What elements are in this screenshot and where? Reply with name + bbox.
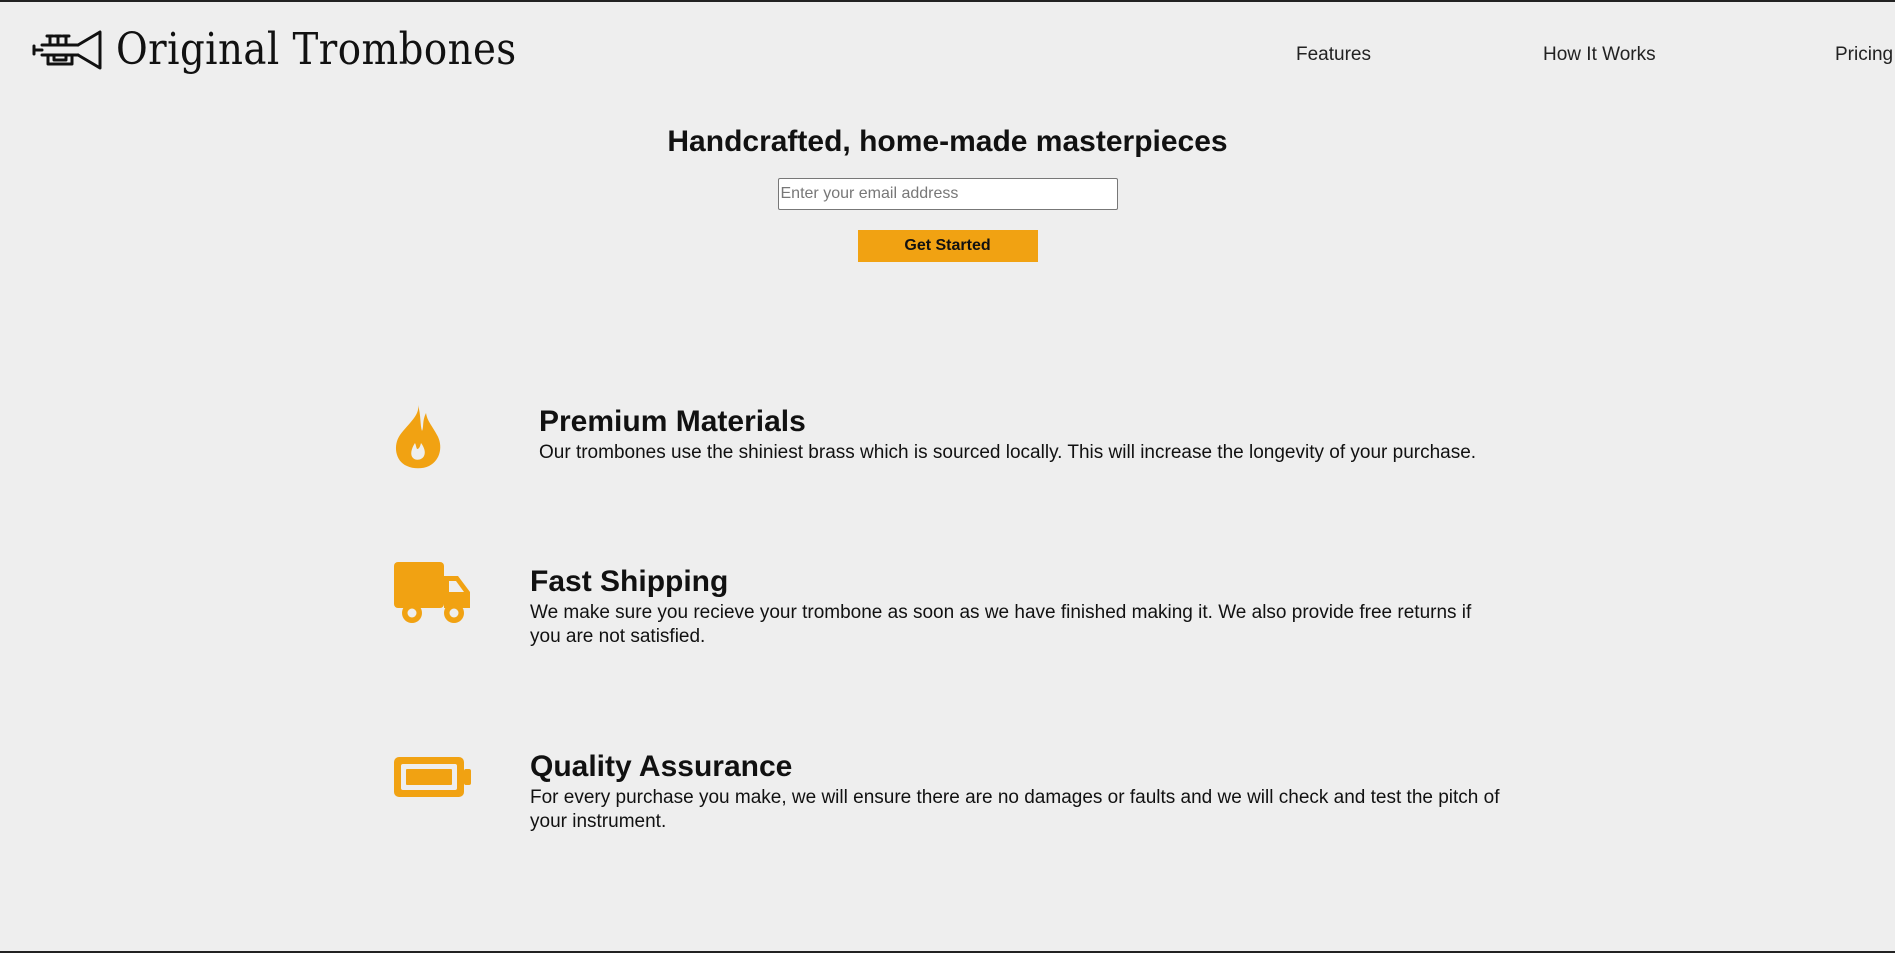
fire-icon [395, 405, 441, 469]
get-started-button[interactable]: Get Started [857, 230, 1038, 262]
nav-link-pricing[interactable]: Pricing [1835, 44, 1893, 66]
feature-fast-shipping: Fast Shipping We make sure you recieve y… [0, 557, 1895, 667]
hero-title: Handcrafted, home-made masterpieces [667, 125, 1228, 158]
trumpet-icon [32, 30, 102, 70]
feature-text: Premium Materials Our trombones use the … [539, 405, 1509, 465]
hero-section: Handcrafted, home-made masterpieces Get … [0, 122, 1895, 262]
feature-quality-assurance: Quality Assurance For every purchase you… [0, 742, 1895, 852]
email-input[interactable] [777, 178, 1118, 210]
nav-link-how-it-works[interactable]: How It Works [1543, 44, 1656, 66]
brand-name: Original Trombones [116, 24, 517, 75]
feature-description: We make sure you recieve your trombone a… [530, 602, 1472, 647]
logo[interactable]: Original Trombones [32, 28, 571, 72]
feature-description: Our trombones use the shiniest brass whi… [539, 442, 1477, 463]
feature-title: Fast Shipping [530, 565, 729, 598]
feature-text: Quality Assurance For every purchase you… [530, 750, 1500, 834]
site-header: Original Trombones Features How It Works… [0, 2, 1895, 102]
truck-icon [394, 562, 470, 623]
feature-title: Quality Assurance [530, 750, 793, 783]
battery-icon [394, 757, 471, 797]
nav-link-features[interactable]: Features [1296, 44, 1371, 66]
feature-text: Fast Shipping We make sure you recieve y… [530, 565, 1500, 649]
feature-title: Premium Materials [539, 405, 806, 438]
feature-premium-materials: Premium Materials Our trombones use the … [0, 397, 1895, 497]
feature-description: For every purchase you make, we will ens… [530, 787, 1500, 832]
